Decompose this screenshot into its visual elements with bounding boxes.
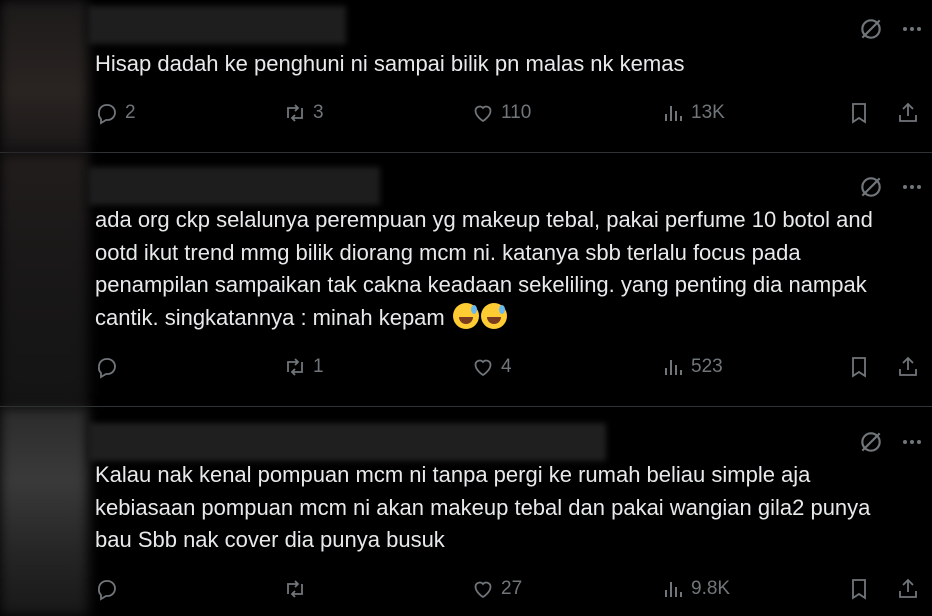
reply-count: 2 bbox=[125, 102, 136, 123]
share-icon bbox=[899, 578, 917, 598]
heart-icon bbox=[474, 105, 492, 123]
grok-icon[interactable] bbox=[858, 174, 884, 200]
action-bar: 2 3 110 13K bbox=[95, 101, 922, 131]
like-button[interactable]: 4 bbox=[471, 355, 512, 379]
reply-icon bbox=[97, 358, 116, 379]
reply-button[interactable]: 2 bbox=[95, 101, 136, 125]
bookmark-icon bbox=[852, 103, 866, 124]
avatar[interactable] bbox=[0, 407, 88, 616]
more-icon[interactable] bbox=[900, 175, 924, 199]
repost-icon bbox=[287, 358, 303, 376]
repost-button[interactable]: 1 bbox=[283, 355, 324, 379]
post-text: Hisap dadah ke penghuni ni sampai bilik … bbox=[95, 51, 685, 76]
share-icon bbox=[899, 102, 917, 122]
reply-post[interactable]: Hisap dadah ke penghuni ni sampai bilik … bbox=[0, 0, 932, 152]
reply-button[interactable] bbox=[95, 355, 125, 379]
sweat-smile-emoji bbox=[480, 302, 507, 329]
reply-icon bbox=[97, 580, 116, 601]
repost-icon bbox=[287, 104, 303, 122]
heart-icon bbox=[474, 581, 492, 599]
heart-icon bbox=[474, 359, 492, 377]
views-icon bbox=[665, 106, 682, 121]
share-icon bbox=[899, 356, 917, 376]
more-icon[interactable] bbox=[900, 430, 924, 454]
grok-icon[interactable] bbox=[858, 429, 884, 455]
reply-button[interactable] bbox=[95, 577, 125, 601]
repost-count: 1 bbox=[313, 356, 324, 377]
bookmark-icon bbox=[852, 579, 866, 600]
share-button[interactable] bbox=[896, 577, 920, 601]
views-button[interactable]: 13K bbox=[661, 101, 725, 125]
bookmark-button[interactable] bbox=[847, 101, 871, 125]
action-bar: 1 4 523 bbox=[95, 355, 922, 385]
like-button[interactable]: 110 bbox=[471, 101, 531, 125]
author-name[interactable] bbox=[88, 423, 606, 461]
repost-button[interactable]: 3 bbox=[283, 101, 324, 125]
grok-icon[interactable] bbox=[858, 16, 884, 42]
post-top-icons bbox=[858, 174, 924, 200]
views-icon bbox=[665, 360, 682, 375]
more-icon[interactable] bbox=[900, 17, 924, 41]
post-text: ada org ckp selalunya perempuan yg makeu… bbox=[95, 204, 892, 334]
view-count: 523 bbox=[691, 356, 723, 377]
sweat-smile-emoji bbox=[452, 302, 479, 329]
author-name[interactable] bbox=[88, 167, 380, 205]
bookmark-button[interactable] bbox=[847, 355, 871, 379]
views-button[interactable]: 9.8K bbox=[661, 577, 730, 601]
reply-feed: Hisap dadah ke penghuni ni sampai bilik … bbox=[0, 0, 932, 616]
avatar[interactable] bbox=[0, 153, 88, 406]
bookmark-icon bbox=[852, 357, 866, 378]
reply-post[interactable]: Kalau nak kenal pompuan mcm ni tanpa per… bbox=[0, 407, 932, 616]
post-text: Kalau nak kenal pompuan mcm ni tanpa per… bbox=[95, 462, 871, 552]
share-button[interactable] bbox=[896, 101, 920, 125]
view-count: 13K bbox=[691, 102, 725, 123]
repost-button[interactable] bbox=[283, 577, 313, 601]
view-count: 9.8K bbox=[691, 578, 731, 599]
reply-post[interactable]: ada org ckp selalunya perempuan yg makeu… bbox=[0, 153, 932, 406]
action-bar: 27 9.8K bbox=[95, 577, 922, 607]
post-top-icons bbox=[858, 16, 924, 42]
views-button[interactable]: 523 bbox=[661, 355, 723, 379]
repost-icon bbox=[287, 580, 303, 598]
reply-icon bbox=[97, 104, 116, 125]
like-count: 4 bbox=[501, 356, 512, 377]
avatar[interactable] bbox=[0, 0, 88, 152]
like-count: 110 bbox=[501, 102, 532, 123]
like-button[interactable]: 27 bbox=[471, 577, 522, 601]
like-count: 27 bbox=[501, 578, 523, 599]
bookmark-button[interactable] bbox=[847, 577, 871, 601]
views-icon bbox=[665, 582, 682, 597]
repost-count: 3 bbox=[313, 102, 324, 123]
post-top-icons bbox=[858, 429, 924, 455]
share-button[interactable] bbox=[896, 355, 920, 379]
author-name[interactable] bbox=[88, 6, 346, 44]
